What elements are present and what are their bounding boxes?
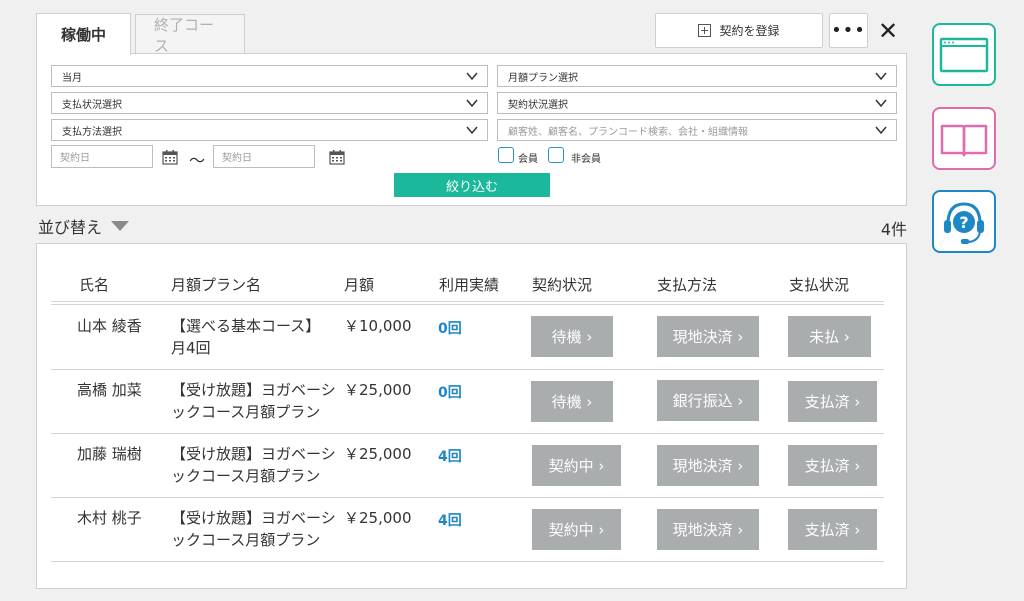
chevron-down-icon bbox=[875, 99, 887, 108]
plan-name-line2: ックコース月額プラン bbox=[171, 467, 321, 485]
header-divider bbox=[51, 301, 884, 302]
top-actions: 契約を登録 ••• ✕ bbox=[655, 13, 903, 48]
payment-method-button[interactable]: 銀行振込 › bbox=[657, 380, 759, 421]
monthly-price: ￥25,000 bbox=[344, 381, 412, 399]
chevron-down-icon bbox=[466, 72, 478, 81]
plan-name-line2: ックコース月額プラン bbox=[171, 403, 321, 421]
payment-method-button[interactable]: 現地決済 › bbox=[657, 316, 759, 357]
payment-status-button[interactable]: 支払済 › bbox=[788, 445, 877, 486]
monthly-price: ￥10,000 bbox=[344, 317, 412, 335]
contract-status-button[interactable]: 待機 › bbox=[531, 316, 613, 357]
customer-search-placeholder: 顧客姓、顧客名、プランコード検索、会社・組織情報 bbox=[508, 126, 748, 138]
usage-count: 0回 bbox=[438, 321, 462, 337]
usage-count: 4回 bbox=[438, 513, 462, 529]
plan-name-line1: 【受け放題】ヨガベーシ bbox=[171, 381, 336, 399]
browser-window-button[interactable] bbox=[932, 23, 996, 86]
plan-name-line1: 【選べる基本コース】 bbox=[171, 317, 321, 335]
month-select[interactable]: 当月 bbox=[51, 65, 488, 87]
payment-status-select[interactable]: 支払状況選択 bbox=[51, 92, 488, 114]
payment-method-select[interactable]: 支払方法選択 bbox=[51, 119, 488, 141]
member-checkbox-label: 会員 bbox=[518, 154, 538, 165]
apply-filter-button[interactable]: 絞り込む bbox=[394, 173, 550, 197]
contract-date-to-placeholder: 契約日 bbox=[222, 153, 252, 164]
usage-count: 0回 bbox=[438, 385, 462, 401]
chevron-down-icon bbox=[466, 126, 478, 135]
more-options-button[interactable]: ••• bbox=[829, 13, 868, 48]
column-header-payment-status: 支払状況 bbox=[789, 276, 850, 294]
register-contract-label: 契約を登録 bbox=[719, 24, 780, 38]
column-header-plan: 月額プラン名 bbox=[171, 276, 262, 294]
customer-search-select[interactable]: 顧客姓、顧客名、プランコード検索、会社・組織情報 bbox=[497, 119, 897, 141]
contract-date-from-input[interactable]: 契約日 bbox=[51, 145, 153, 168]
monthly-price: ￥25,000 bbox=[344, 445, 412, 463]
calendar-icon[interactable] bbox=[329, 150, 345, 165]
usage-count: 4回 bbox=[438, 449, 462, 465]
column-header-payment-method: 支払方法 bbox=[657, 276, 718, 294]
tab-active-courses[interactable]: 稼働中 bbox=[36, 13, 131, 55]
customer-name: 加藤 瑞樹 bbox=[77, 445, 142, 463]
contract-status-button[interactable]: 契約中 › bbox=[532, 509, 621, 550]
date-range-separator: 〜 bbox=[189, 151, 206, 170]
support-button[interactable]: ? bbox=[932, 190, 996, 253]
result-count: 4件 bbox=[880, 220, 907, 239]
plan-select[interactable]: 月額プラン選択 bbox=[497, 65, 897, 87]
header-divider bbox=[51, 304, 884, 305]
contract-status-select-value: 契約状況選択 bbox=[508, 99, 568, 111]
plan-name-line1: 【受け放題】ヨガベーシ bbox=[171, 445, 336, 463]
payment-method-select-value: 支払方法選択 bbox=[62, 126, 122, 138]
payment-status-select-value: 支払状況選択 bbox=[62, 99, 122, 111]
month-select-value: 当月 bbox=[62, 72, 82, 84]
contract-status-select[interactable]: 契約状況選択 bbox=[497, 92, 897, 114]
non-member-checkbox-label: 非会員 bbox=[571, 154, 601, 165]
member-checkbox[interactable] bbox=[498, 147, 514, 163]
sort-dropdown[interactable]: 並び替え bbox=[38, 214, 130, 238]
row-divider bbox=[51, 433, 884, 434]
monthly-price: ￥25,000 bbox=[344, 509, 412, 527]
open-book-icon bbox=[940, 124, 988, 157]
plan-select-value: 月額プラン選択 bbox=[508, 72, 578, 84]
contract-status-button[interactable]: 待機 › bbox=[531, 381, 613, 422]
plus-icon bbox=[698, 24, 712, 37]
customer-name: 山本 綾香 bbox=[77, 317, 142, 335]
non-member-checkbox[interactable] bbox=[548, 147, 564, 163]
triangle-down-icon bbox=[111, 221, 130, 231]
plan-name-line2: ックコース月額プラン bbox=[171, 531, 321, 549]
column-header-price: 月額 bbox=[344, 276, 375, 294]
close-icon[interactable]: ✕ bbox=[873, 13, 903, 48]
contract-date-to-input[interactable]: 契約日 bbox=[213, 145, 315, 168]
svg-text:?: ? bbox=[959, 213, 968, 232]
chevron-down-icon bbox=[875, 72, 887, 81]
column-header-contract-status: 契約状況 bbox=[532, 276, 593, 294]
payment-status-button[interactable]: 支払済 › bbox=[788, 509, 877, 550]
customer-name: 高橋 加菜 bbox=[77, 381, 142, 399]
chevron-down-icon bbox=[875, 126, 887, 135]
column-header-name: 氏名 bbox=[79, 276, 110, 294]
payment-method-button[interactable]: 現地決済 › bbox=[657, 445, 759, 486]
register-contract-button[interactable]: 契約を登録 bbox=[655, 13, 823, 48]
chevron-down-icon bbox=[466, 99, 478, 108]
filter-panel: 当月 月額プラン選択 支払状況選択 契約状況選択 支払方法選択 顧客姓、顧客名、… bbox=[36, 53, 907, 206]
payment-method-button[interactable]: 現地決済 › bbox=[657, 509, 759, 550]
plan-name-line2: 月4回 bbox=[171, 339, 211, 357]
support-headset-icon: ? bbox=[944, 202, 984, 244]
browser-window-icon bbox=[939, 37, 989, 73]
row-divider bbox=[51, 497, 884, 498]
calendar-icon[interactable] bbox=[162, 150, 178, 165]
contract-date-from-placeholder: 契約日 bbox=[60, 153, 90, 164]
manual-button[interactable] bbox=[932, 107, 996, 170]
contract-status-button[interactable]: 契約中 › bbox=[532, 445, 621, 486]
customer-name: 木村 桃子 bbox=[77, 509, 142, 527]
column-header-usage: 利用実績 bbox=[439, 276, 500, 294]
payment-status-button[interactable]: 未払 › bbox=[788, 316, 871, 357]
sort-label: 並び替え bbox=[38, 218, 103, 237]
payment-status-button[interactable]: 支払済 › bbox=[788, 381, 877, 422]
row-divider bbox=[51, 561, 884, 562]
tab-bar: 稼働中 終了コース bbox=[36, 13, 249, 55]
tab-ended-courses[interactable]: 終了コース bbox=[135, 14, 245, 55]
row-divider bbox=[51, 369, 884, 370]
contracts-table: 氏名 月額プラン名 月額 利用実績 契約状況 支払方法 支払状況 山本 綾香 【… bbox=[36, 243, 907, 589]
plan-name-line1: 【受け放題】ヨガベーシ bbox=[171, 509, 336, 527]
